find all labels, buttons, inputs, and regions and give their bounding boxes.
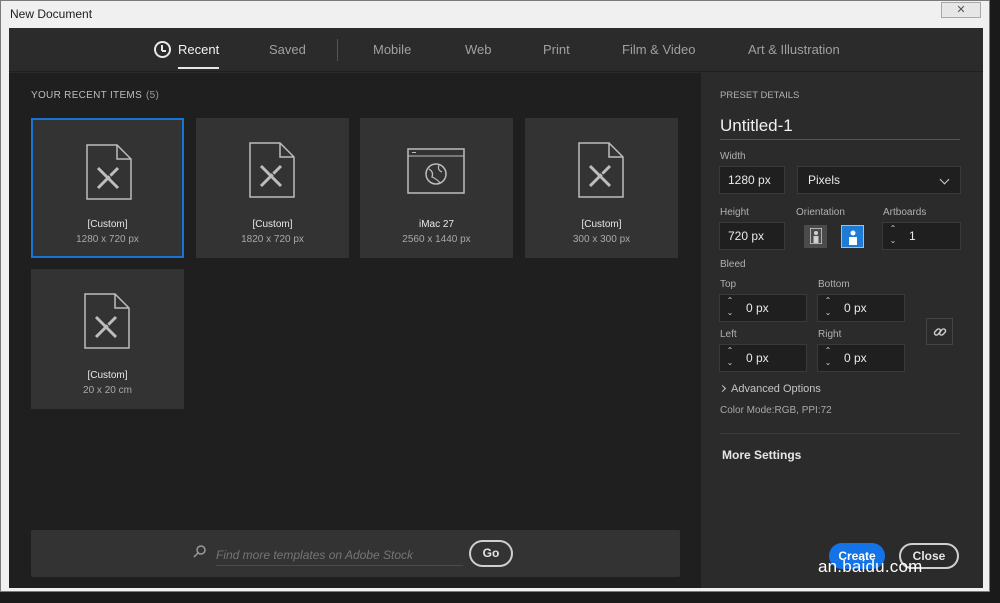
document-icon [84, 293, 130, 349]
artboards-label: Artboards [883, 207, 927, 218]
stepper-arrows-icon[interactable]: ⌃ ⌄ [720, 345, 740, 371]
bleed-bottom-stepper[interactable]: ⌃ ⌄ 0 px [817, 294, 905, 322]
bleed-top-value: 0 px [746, 301, 769, 315]
portrait-orientation-button[interactable] [804, 225, 827, 248]
unit-select-value: Pixels [808, 173, 841, 187]
screen-icon [407, 148, 465, 194]
recent-item-card[interactable]: [Custom] 1280 x 720 px [31, 118, 184, 258]
watermark: an.baidu.com [818, 557, 923, 576]
tab-film-video[interactable]: Film & Video [622, 42, 695, 57]
tab-recent[interactable]: Recent [178, 42, 220, 69]
window-title: New Document [10, 7, 93, 21]
bleed-bottom-value: 0 px [844, 301, 867, 315]
bleed-top-stepper[interactable]: ⌃ ⌄ 0 px [719, 294, 807, 322]
stepper-arrows-icon[interactable]: ⌃ ⌄ [720, 295, 740, 321]
recent-item-size: 2560 x 1440 px [402, 234, 471, 245]
artboards-stepper[interactable]: ⌃ ⌄ 1 [882, 222, 961, 250]
divider [720, 433, 960, 434]
artboards-value: 1 [909, 229, 916, 243]
recent-items-panel: YOUR RECENT ITEMS (5) [Custom] 1280 x 720… [9, 73, 701, 588]
new-document-dialog: Recent Saved Mobile Web Print Film & Vid… [9, 28, 983, 588]
preset-details-heading: PRESET DETAILS [720, 90, 800, 101]
stepper-arrows-icon[interactable]: ⌃ ⌄ [883, 223, 903, 249]
clock-icon [154, 41, 171, 58]
recent-item-card[interactable]: [Custom] 300 x 300 px [525, 118, 678, 258]
bleed-left-value: 0 px [746, 351, 769, 365]
landscape-orientation-button[interactable] [841, 225, 864, 248]
bleed-right-value: 0 px [844, 351, 867, 365]
bleed-label: Bleed [720, 259, 746, 270]
bleed-top-label: Top [720, 279, 737, 290]
tab-art-illustration[interactable]: Art & Illustration [748, 42, 840, 57]
landscape-icon [848, 230, 857, 245]
tab-saved[interactable]: Saved [269, 42, 306, 57]
recent-item-name: [Custom] [87, 370, 128, 381]
advanced-options-toggle[interactable]: Advanced Options [718, 383, 821, 395]
stock-search-bar: Go [31, 530, 680, 577]
portrait-icon [809, 228, 822, 244]
recent-item-size: 300 x 300 px [572, 234, 631, 245]
tab-web[interactable]: Web [465, 42, 492, 57]
bleed-right-label: Right [818, 329, 842, 340]
window-close-button[interactable]: ✕ [941, 2, 981, 18]
recent-item-size: 1280 x 720 px [76, 234, 139, 245]
document-icon [578, 142, 624, 198]
color-mode-info: Color Mode:RGB, PPI:72 [720, 405, 832, 416]
preset-tab-bar: Recent Saved Mobile Web Print Film & Vid… [9, 28, 983, 72]
bleed-left-stepper[interactable]: ⌃ ⌄ 0 px [719, 344, 807, 372]
recent-item-name: [Custom] [252, 219, 293, 230]
bleed-right-stepper[interactable]: ⌃ ⌄ 0 px [817, 344, 905, 372]
preset-details-panel: PRESET DETAILS Untitled-1 Width 1280 px … [701, 73, 983, 588]
document-icon [86, 144, 132, 200]
title-bar: New Document ✕ [1, 1, 989, 28]
name-underline [720, 139, 960, 140]
recent-item-size: 20 x 20 cm [83, 385, 132, 396]
search-icon [193, 545, 206, 558]
orientation-label: Orientation [796, 207, 845, 218]
recent-items-heading: YOUR RECENT ITEMS (5) [31, 90, 159, 101]
stepper-arrows-icon[interactable]: ⌃ ⌄ [818, 345, 838, 371]
recent-items-title: YOUR RECENT ITEMS [31, 90, 143, 101]
new-document-window: New Document ✕ Recent Saved Mobile Web P… [0, 0, 990, 592]
tab-mobile[interactable]: Mobile [373, 42, 411, 57]
more-settings-button[interactable]: More Settings [722, 448, 801, 462]
link-bleed-button[interactable] [926, 318, 953, 345]
chevron-right-icon [718, 384, 727, 393]
go-button[interactable]: Go [469, 540, 513, 567]
advanced-options-label: Advanced Options [731, 383, 821, 395]
recent-item-card[interactable]: iMac 27 2560 x 1440 px [360, 118, 513, 258]
unit-select[interactable]: Pixels [797, 166, 961, 194]
recent-item-card[interactable]: [Custom] 1820 x 720 px [196, 118, 349, 258]
bleed-bottom-label: Bottom [818, 279, 850, 290]
link-icon [933, 328, 947, 336]
stepper-arrows-icon[interactable]: ⌃ ⌄ [818, 295, 838, 321]
document-name[interactable]: Untitled-1 [720, 116, 793, 136]
recent-item-size: 1820 x 720 px [241, 234, 304, 245]
height-field[interactable]: 720 px [719, 222, 785, 250]
bleed-left-label: Left [720, 329, 737, 340]
tab-divider [337, 39, 338, 61]
document-icon [249, 142, 295, 198]
recent-item-name: [Custom] [87, 219, 128, 230]
recent-item-name: iMac 27 [418, 219, 454, 230]
recent-items-count: (5) [146, 90, 160, 101]
recent-item-card[interactable]: [Custom] 20 x 20 cm [31, 269, 184, 409]
chevron-down-icon [939, 174, 950, 185]
width-label: Width [720, 151, 746, 162]
recent-item-name: [Custom] [581, 219, 622, 230]
stock-search-input[interactable] [216, 544, 463, 566]
width-field[interactable]: 1280 px [719, 166, 785, 194]
height-label: Height [720, 207, 749, 218]
tab-print[interactable]: Print [543, 42, 570, 57]
